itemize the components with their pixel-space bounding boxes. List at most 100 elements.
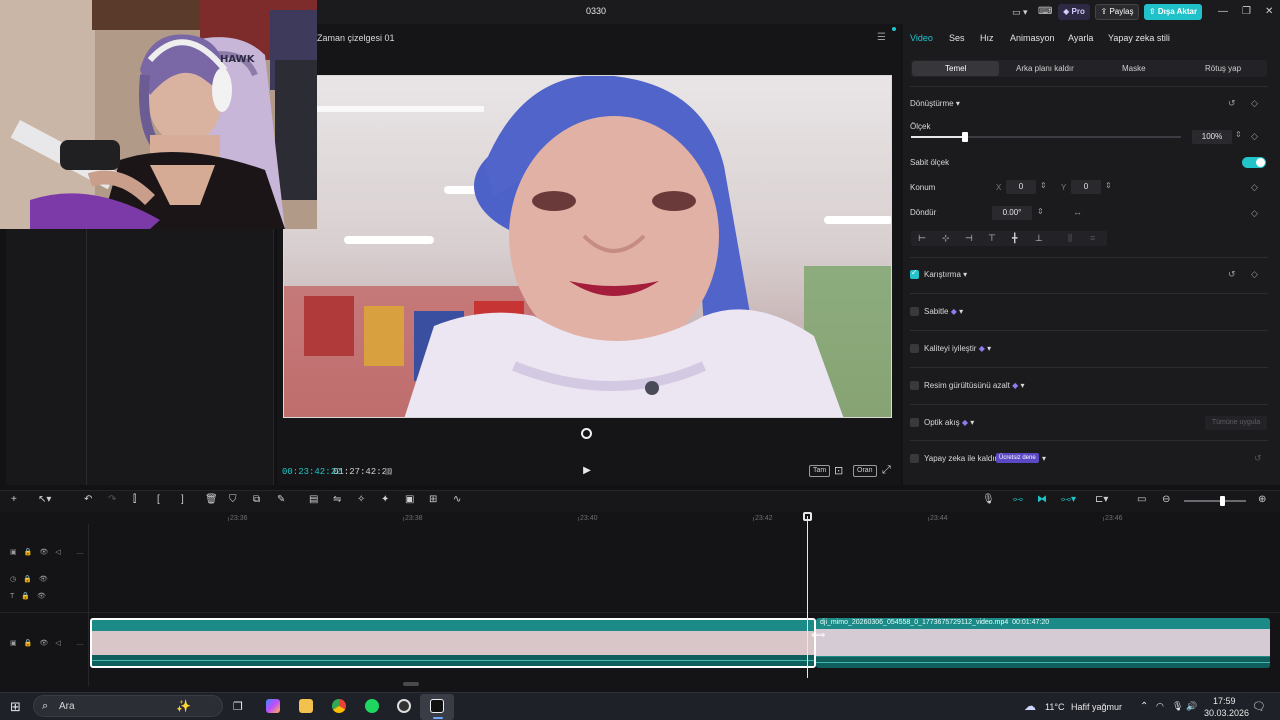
- scale-slider-thumb[interactable]: [962, 132, 968, 142]
- keyframe-icon[interactable]: ◇: [1251, 98, 1258, 109]
- tab-animation[interactable]: Animasyon: [1010, 33, 1055, 43]
- rotate-handle-icon[interactable]: [581, 428, 592, 439]
- stepper-icon[interactable]: ⇕: [1235, 130, 1242, 139]
- share-button[interactable]: ⇪ Paylaş: [1095, 4, 1139, 20]
- tab-video[interactable]: Video: [910, 33, 933, 43]
- play-button[interactable]: ▶: [581, 465, 593, 477]
- shield-icon[interactable]: ⛉: [229, 494, 237, 505]
- stepper-icon[interactable]: ⇕: [1040, 181, 1047, 190]
- windows-start-icon[interactable]: ⊞: [10, 699, 21, 715]
- export-button[interactable]: ⇧ Dışa Aktar: [1144, 4, 1202, 20]
- redo-icon[interactable]: ↷: [108, 494, 116, 505]
- optical-flow-checkbox[interactable]: [910, 418, 919, 427]
- enhance-checkbox[interactable]: [910, 344, 919, 353]
- caption-icon[interactable]: ▤: [309, 494, 318, 505]
- track-header-text[interactable]: T🔒👁: [10, 592, 53, 600]
- magic-icon[interactable]: ✦: [381, 494, 389, 505]
- spotify-icon[interactable]: [365, 699, 379, 713]
- keyframe-icon[interactable]: ◇: [1251, 269, 1258, 280]
- weather-icon[interactable]: ☁: [1024, 699, 1036, 713]
- audio-wave-icon[interactable]: ∿: [453, 494, 461, 505]
- scale-slider[interactable]: [911, 136, 1181, 138]
- align-center-h-icon[interactable]: ⊹: [942, 233, 950, 244]
- video-clip-selected[interactable]: [90, 618, 816, 668]
- distribute-h-icon[interactable]: ⫼: [1068, 233, 1072, 244]
- zoom-in-icon[interactable]: ⊕: [1258, 494, 1266, 505]
- microphone-icon[interactable]: 🎙: [1172, 701, 1183, 712]
- ai-edit-icon[interactable]: ✎: [277, 494, 285, 505]
- flip-icon[interactable]: ↔: [1073, 207, 1082, 217]
- ai-remove-section[interactable]: Yapay zeka ile kaldır: [924, 454, 997, 463]
- volume-icon[interactable]: 🔊: [1186, 701, 1197, 712]
- timeline-scrollbar[interactable]: [403, 682, 419, 686]
- chevron-down-icon[interactable]: ▾: [1042, 454, 1046, 463]
- reset-icon[interactable]: ↺: [1228, 269, 1236, 280]
- menu-icon[interactable]: ☰: [877, 32, 886, 43]
- shortcut-icon[interactable]: ⌨: [1038, 6, 1052, 17]
- transform-section[interactable]: Dönüştürme ▾: [910, 99, 960, 108]
- layout-icon[interactable]: ▭ ▾: [1012, 7, 1028, 18]
- zoom-slider[interactable]: [1184, 500, 1246, 502]
- select-cursor-icon[interactable]: ↖▾: [38, 494, 51, 505]
- subtab-remove-bg[interactable]: Arka planı kaldır: [1016, 64, 1074, 73]
- auto-reframe-icon[interactable]: ✧: [357, 494, 365, 505]
- enhance-section[interactable]: Kaliteyi iyileştir ◆ ▾: [924, 344, 991, 353]
- denoise-section[interactable]: Resim gürültüsünü azalt ◆ ▾: [924, 381, 1024, 390]
- obs-icon[interactable]: [397, 699, 411, 713]
- align-center-v-icon[interactable]: ╋: [1012, 233, 1017, 244]
- maximize-icon[interactable]: ❐: [1242, 6, 1251, 17]
- video-preview[interactable]: [283, 75, 892, 418]
- blend-section[interactable]: Karıştırma ▾: [924, 270, 967, 279]
- position-x-field[interactable]: 0: [1006, 180, 1036, 194]
- time-ruler[interactable]: [90, 512, 1280, 524]
- file-explorer-icon[interactable]: [299, 699, 313, 713]
- ai-remove-checkbox[interactable]: [910, 454, 919, 463]
- zoom-slider-thumb[interactable]: [1220, 496, 1225, 506]
- tab-audio[interactable]: Ses: [949, 33, 965, 43]
- keyframe-icon[interactable]: ◇: [1251, 131, 1258, 142]
- zoom-out-icon[interactable]: ⊖: [1162, 494, 1170, 505]
- reset-icon[interactable]: ↺: [1254, 453, 1262, 464]
- reset-icon[interactable]: ↺: [1228, 98, 1236, 109]
- scale-value[interactable]: 100%: [1192, 130, 1232, 144]
- distribute-v-icon[interactable]: ≡: [1090, 233, 1095, 243]
- grid-icon[interactable]: ▦: [384, 466, 393, 477]
- preview-axis-icon[interactable]: ⊏▾: [1095, 494, 1108, 505]
- track-header-effect[interactable]: ◷🔒👁: [10, 575, 55, 583]
- minimize-icon[interactable]: —: [1218, 6, 1228, 17]
- position-y-field[interactable]: 0: [1071, 180, 1101, 194]
- tab-ai-style[interactable]: Yapay zeka stili: [1108, 33, 1170, 43]
- task-view-icon[interactable]: ❐: [233, 700, 243, 713]
- mirror-icon[interactable]: ⇋: [333, 494, 341, 505]
- playhead-line[interactable]: [807, 516, 808, 678]
- track-header-video[interactable]: ▣🔒👁◁ …: [10, 548, 91, 556]
- apply-all-button[interactable]: Tümüne uygula: [1205, 416, 1267, 430]
- fullscreen-icon[interactable]: ⤢: [882, 464, 891, 477]
- stabilize-checkbox[interactable]: [910, 307, 919, 316]
- screen-icon[interactable]: ▭: [1137, 494, 1146, 505]
- subtab-mask[interactable]: Maske: [1122, 64, 1146, 73]
- pro-button[interactable]: ◆ Pro: [1058, 4, 1090, 20]
- chrome-icon[interactable]: [332, 699, 346, 713]
- stabilize-section[interactable]: Sabitle ◆ ▾: [924, 307, 963, 316]
- video-clip[interactable]: dji_mimo_20260306_054558_0_1773675729112…: [816, 618, 1270, 668]
- rotate-field[interactable]: 0.00°: [992, 206, 1032, 220]
- align-left-icon[interactable]: ⊢: [918, 233, 926, 244]
- optical-flow-section[interactable]: Optik akış ◆ ▾: [924, 418, 974, 427]
- notification-icon[interactable]: 🗨: [1252, 700, 1266, 713]
- full-quality-button[interactable]: Tam: [809, 465, 831, 477]
- denoise-checkbox[interactable]: [910, 381, 919, 390]
- tab-speed[interactable]: Hız: [980, 33, 994, 43]
- close-icon[interactable]: ✕: [1265, 6, 1273, 17]
- clock-time[interactable]: 17:59: [1213, 696, 1236, 706]
- microphone-icon[interactable]: 🎙: [982, 494, 995, 505]
- chevron-up-icon[interactable]: ⌃: [1140, 701, 1148, 712]
- keyframe-icon[interactable]: ◇: [1251, 182, 1258, 193]
- keyframe-icon[interactable]: ◇: [1251, 208, 1258, 219]
- blend-checkbox[interactable]: [910, 268, 919, 279]
- clock-date[interactable]: 30.03.2026: [1204, 708, 1249, 718]
- subtab-retouch[interactable]: Rötuş yap: [1205, 64, 1241, 73]
- wifi-icon[interactable]: ◠: [1156, 701, 1164, 712]
- snap-icon[interactable]: ⧓: [1037, 494, 1047, 505]
- undo-icon[interactable]: ↶: [84, 494, 92, 505]
